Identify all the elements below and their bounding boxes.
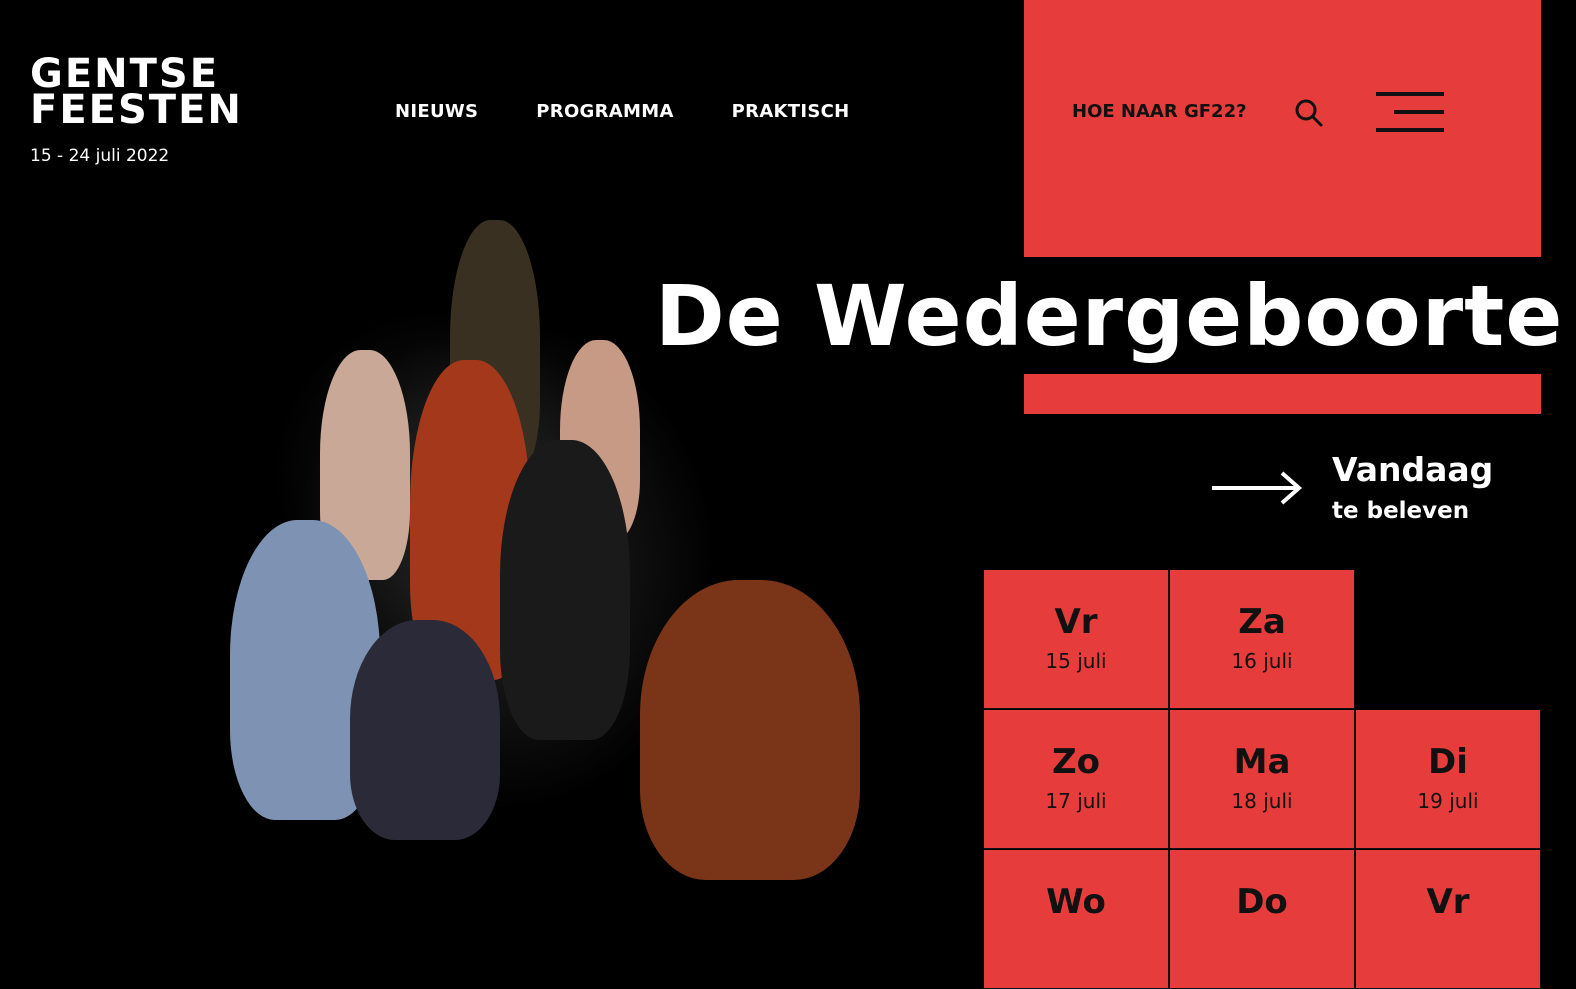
day-name: Ma [1233, 742, 1291, 782]
hero-title: De Wedergeboorte [639, 258, 1562, 374]
day-date: 16 juli [1231, 649, 1293, 673]
today-title: Vandaag [1332, 450, 1494, 489]
site-logo[interactable]: GENTSE FEESTEN [30, 54, 243, 133]
nav-programma[interactable]: PROGRAMMA [536, 101, 673, 122]
search-icon [1295, 99, 1323, 127]
day-tile[interactable]: Vr 15 juli [984, 570, 1169, 709]
festival-dates: 15 - 24 juli 2022 [30, 146, 170, 166]
day-tile[interactable]: Do [1170, 850, 1355, 989]
logo-line-2: FEESTEN [30, 87, 243, 133]
day-tile[interactable]: Za 16 juli [1170, 570, 1355, 709]
accent-strip [1024, 374, 1541, 414]
day-tile[interactable]: Vr [1356, 850, 1541, 989]
day-grid: Vr 15 juli Za 16 juli Zo 17 juli Ma 18 j… [984, 570, 1541, 989]
day-date: 17 juli [1045, 789, 1107, 813]
day-name: Di [1428, 742, 1468, 782]
day-tile[interactable]: Ma 18 juli [1170, 710, 1355, 849]
day-name: Do [1236, 882, 1288, 922]
figure-black-dress [500, 440, 630, 740]
menu-button[interactable] [1376, 92, 1444, 134]
day-date: 15 juli [1045, 649, 1107, 673]
arrow-right-icon [1212, 471, 1303, 505]
figure-dog-holder [350, 620, 500, 840]
nav-nieuws[interactable]: NIEUWS [395, 101, 478, 122]
route-link[interactable]: HOE NAAR GF22? [1072, 101, 1247, 122]
day-name: Vr [1054, 602, 1098, 642]
day-date: 19 juli [1417, 789, 1479, 813]
day-tile[interactable]: Di 19 juli [1356, 710, 1541, 849]
figure-brown-robe [640, 580, 860, 880]
nav-praktisch[interactable]: PRAKTISCH [732, 101, 850, 122]
header-panel [1024, 0, 1541, 257]
today-subtitle: te beleven [1332, 498, 1470, 524]
day-tile[interactable]: Zo 17 juli [984, 710, 1169, 849]
search-button[interactable] [1293, 97, 1325, 129]
day-name: Zo [1051, 742, 1100, 782]
day-tile[interactable]: Wo [984, 850, 1169, 989]
today-link[interactable]: Vandaag te beleven [1210, 450, 1530, 540]
day-name: Vr [1426, 882, 1470, 922]
main-nav: NIEUWS PROGRAMMA PRAKTISCH [395, 101, 850, 122]
day-date: 18 juli [1231, 789, 1293, 813]
day-name: Za [1238, 602, 1286, 642]
day-name: Wo [1046, 882, 1106, 922]
